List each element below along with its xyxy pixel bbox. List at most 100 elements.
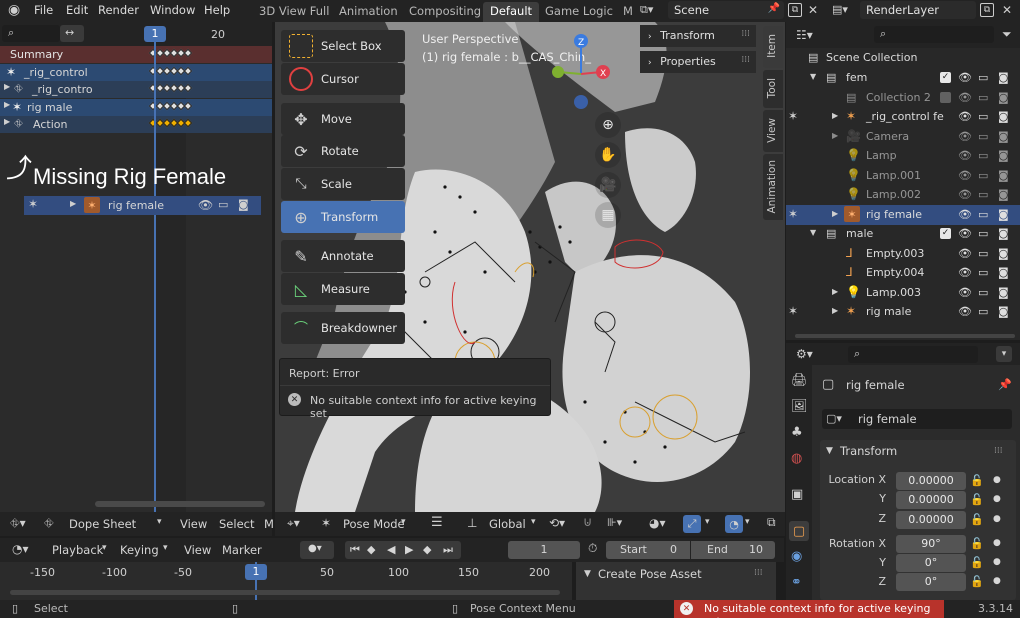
new-scene-icon[interactable]: ⧉: [788, 3, 802, 17]
mode-select[interactable]: Pose Mode: [343, 517, 405, 531]
collapse-arrow-icon[interactable]: ▼: [810, 72, 816, 81]
lock-icon[interactable]: 🔓: [970, 493, 984, 506]
end-frame-field[interactable]: End 10: [691, 541, 775, 559]
tool-annotate[interactable]: ✎ Annotate: [281, 240, 405, 272]
object-tab-icon[interactable]: ▢: [789, 521, 809, 541]
tool-measure[interactable]: ◺ Measure: [281, 273, 405, 305]
tab-game-logic[interactable]: Game Logic: [538, 2, 620, 22]
menu-edit[interactable]: Edit: [66, 3, 88, 17]
tab-compositing[interactable]: Compositing: [402, 2, 488, 22]
camera-icon[interactable]: ◙: [998, 227, 1009, 240]
tab-default[interactable]: Default: [483, 2, 540, 22]
keyframes-rig-male[interactable]: [148, 101, 193, 111]
rotation-y-field[interactable]: 0°: [896, 554, 966, 572]
delete-layer-icon[interactable]: ✕: [1002, 3, 1012, 17]
eye-icon[interactable]: 👁: [958, 110, 972, 123]
snap-magnet-icon[interactable]: ⊍: [583, 515, 593, 530]
camera-view-icon[interactable]: 🎥: [595, 172, 621, 198]
current-frame-indicator[interactable]: 1: [144, 26, 166, 42]
camera-icon[interactable]: ◙: [998, 169, 1009, 182]
lock-icon[interactable]: 🔓: [970, 474, 984, 487]
channel-rig-male[interactable]: ▶ ✶ rig male: [0, 99, 272, 116]
physics-tab-icon[interactable]: ◉: [791, 549, 802, 564]
tool-scale[interactable]: ⤡ Scale: [281, 168, 405, 200]
outliner-row-rig-control-fe[interactable]: ✶ ▶ ✶ _rig_control fe 👁 ▭ ◙: [786, 107, 1020, 127]
location-y-field[interactable]: 0.00000: [896, 491, 966, 509]
monitor-icon[interactable]: ▭: [978, 91, 988, 104]
create-pose-asset-title[interactable]: Create Pose Asset: [598, 567, 702, 581]
outliner-row-rig-male[interactable]: ✶ ▶ ✶ rig male 👁 ▭ ◙: [786, 302, 1020, 322]
current-frame-field[interactable]: 1: [508, 541, 580, 559]
editor-type-icon[interactable]: ◔▾: [12, 542, 29, 556]
chevron-down-icon[interactable]: ▾: [531, 517, 536, 527]
object-name-field[interactable]: ▢▾ rig female: [822, 409, 1012, 429]
menu-view[interactable]: View: [180, 517, 207, 531]
gizmo-toggle-icon[interactable]: ⤢: [683, 515, 701, 533]
visibility-icon[interactable]: ◕▾: [649, 516, 666, 530]
render-tab-icon[interactable]: 🖨: [791, 373, 808, 388]
npanel-properties[interactable]: › Properties ⁞⁞⁞: [640, 51, 756, 73]
drag-handle-icon[interactable]: ⁞⁞⁞: [994, 446, 1003, 456]
eye-icon[interactable]: 👁: [958, 130, 972, 143]
constraints-tab-icon[interactable]: ⚭: [791, 575, 802, 590]
monitor-icon[interactable]: ▭: [978, 110, 988, 123]
timeline-area[interactable]: [0, 562, 572, 600]
expand-arrow-icon[interactable]: ▶: [832, 209, 838, 218]
navigation-gizmo[interactable]: Z X: [545, 30, 615, 122]
chevron-down-icon[interactable]: ▾: [157, 517, 162, 527]
side-tab-view[interactable]: View: [763, 110, 783, 152]
hamburger-menu-icon[interactable]: ☰: [431, 515, 443, 530]
scene-field[interactable]: Scene 📌: [668, 1, 784, 19]
channel-search[interactable]: ⌕: [2, 25, 60, 42]
object-data-icon[interactable]: ▢▾: [826, 412, 842, 425]
npanel-transform[interactable]: › Transform ⁞⁞⁞: [640, 25, 756, 47]
tool-breakdowner[interactable]: ⌒ Breakdowner: [281, 312, 405, 344]
outliner-row-male[interactable]: ▼ ▤ male ✓ 👁 ▭ ◙: [786, 224, 1020, 244]
menu-window[interactable]: Window: [150, 3, 195, 17]
eye-icon[interactable]: 👁: [958, 149, 972, 162]
outliner-row-rig-female[interactable]: ✶ ▶ ✶ rig female 👁 ▭ ◙: [786, 205, 1020, 225]
channel-summary[interactable]: Summary: [0, 46, 272, 63]
outliner-row-empty-004[interactable]: ⅃ Empty.004 👁 ▭ ◙: [786, 263, 1020, 283]
camera-icon[interactable]: ◙: [998, 286, 1009, 299]
dragged-row-rig-female[interactable]: ✶ ▶ ✶ rig female 👁 ▭ ◙: [24, 196, 261, 215]
camera-icon[interactable]: ◙: [998, 71, 1009, 84]
collapse-arrow-icon[interactable]: ▼: [810, 228, 816, 237]
tool-cursor[interactable]: Cursor: [281, 63, 405, 95]
menu-more[interactable]: M: [264, 517, 274, 531]
drag-handle-icon[interactable]: ⁞⁞⁞: [754, 568, 763, 578]
tool-rotate[interactable]: ⟳ Rotate: [281, 135, 405, 167]
monitor-icon[interactable]: ▭: [978, 266, 988, 279]
next-key-icon[interactable]: ◆: [423, 543, 431, 556]
xray-icon[interactable]: ⧉: [767, 515, 776, 530]
keyframes-action[interactable]: [148, 118, 193, 128]
drag-handle-icon[interactable]: ⁞⁞⁞: [741, 29, 750, 39]
zoom-icon[interactable]: ⊕: [595, 112, 621, 138]
transform-section-title[interactable]: Transform: [840, 444, 897, 458]
collection-tab-icon[interactable]: ▣: [791, 487, 803, 502]
properties-search[interactable]: ⌕: [848, 346, 978, 363]
lock-icon[interactable]: 🔓: [970, 575, 984, 588]
play-reverse-icon[interactable]: ◀: [387, 543, 395, 556]
new-layer-icon[interactable]: ⧉: [980, 3, 994, 17]
pin-icon[interactable]: 📌: [998, 378, 1012, 391]
outliner-row-empty-003[interactable]: ⅃ Empty.003 👁 ▭ ◙: [786, 244, 1020, 264]
orientation-select[interactable]: Global: [489, 517, 526, 531]
outliner-row-lamp-002[interactable]: 💡 Lamp.002 👁 ▭ ◙: [786, 185, 1020, 205]
timeline-current-frame[interactable]: 1: [245, 564, 267, 580]
keyframe-dot-icon[interactable]: ●: [993, 514, 1001, 524]
monitor-icon[interactable]: ▭: [978, 71, 988, 84]
chevron-down-icon[interactable]: ▾: [102, 543, 107, 553]
monitor-icon[interactable]: ▭: [978, 247, 988, 260]
outliner-row-lamp[interactable]: 💡 Lamp 👁 ▭ ◙: [786, 146, 1020, 166]
eye-icon[interactable]: 👁: [958, 169, 972, 182]
menu-view[interactable]: View: [184, 543, 211, 557]
horizontal-scrollbar[interactable]: [95, 501, 265, 507]
eye-icon[interactable]: 👁: [958, 208, 972, 221]
output-tab-icon[interactable]: 🖼: [791, 399, 808, 414]
menu-help[interactable]: Help: [204, 3, 230, 17]
tool-move[interactable]: ✥ Move: [281, 103, 405, 135]
keyframe-dot-icon[interactable]: ●: [993, 475, 1001, 485]
lock-icon[interactable]: 🔓: [970, 556, 984, 569]
monitor-icon[interactable]: ▭: [978, 305, 988, 318]
